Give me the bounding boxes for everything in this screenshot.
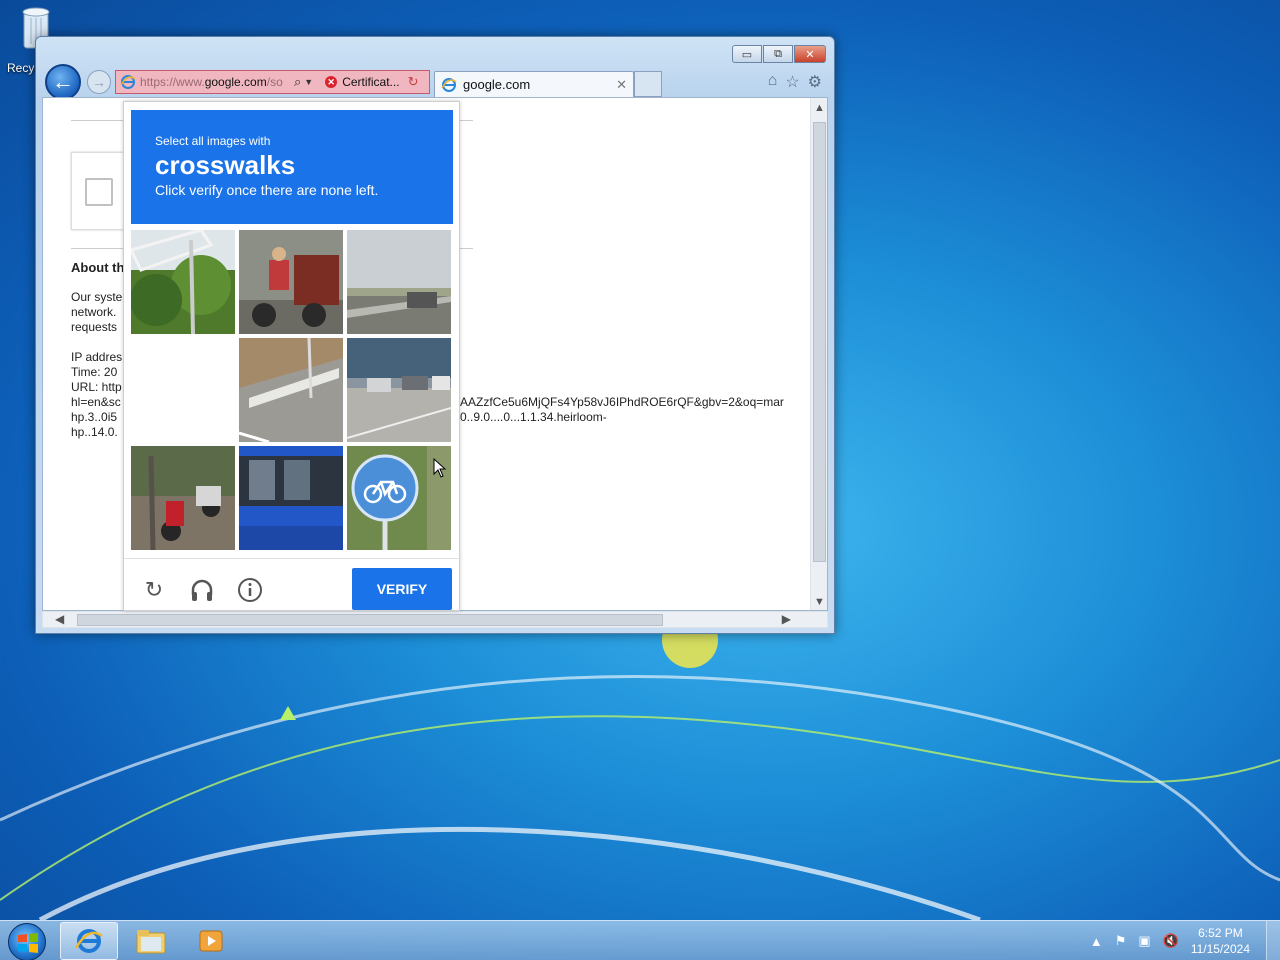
horizontal-scrollbar[interactable]: ◀ ▶ <box>42 611 828 628</box>
clock-date: 11/15/2024 <box>1190 942 1250 956</box>
horizontal-scroll-thumb[interactable] <box>77 614 663 626</box>
about-line: Our syste <box>71 290 123 304</box>
show-desktop-button[interactable] <box>1266 921 1280 960</box>
certificate-error-label[interactable]: Certificat... <box>342 75 399 89</box>
taskbar-ie-button[interactable] <box>60 922 118 960</box>
ie-page-icon <box>120 75 136 89</box>
network-icon[interactable]: ▣ <box>1138 933 1150 949</box>
about-line: requests <box>71 320 118 334</box>
info-line: hp.3..0i5 <box>71 410 118 424</box>
about-line: network. <box>71 305 117 319</box>
favorites-star-icon[interactable]: ☆ <box>785 72 799 92</box>
captcha-prompt-small: Select all images with <box>155 134 271 148</box>
scroll-down-icon[interactable]: ▼ <box>811 596 827 608</box>
address-bar[interactable]: https://www.google.com/so ⌕ ▼ ✕ Certific… <box>115 70 430 94</box>
url-suffix: /so <box>266 75 283 89</box>
captcha-tile-8[interactable] <box>239 446 343 550</box>
recaptcha-anchor-box <box>71 152 127 230</box>
scroll-right-icon[interactable]: ▶ <box>782 612 791 626</box>
arrow-left-icon: ← <box>52 69 74 94</box>
audio-headphones-icon[interactable] <box>189 577 215 603</box>
new-tab-button[interactable] <box>634 71 662 97</box>
verify-button[interactable]: VERIFY <box>352 568 452 610</box>
clock-time: 6:52 PM <box>1198 926 1243 940</box>
taskbar-media-player-button[interactable] <box>182 922 240 960</box>
forward-button[interactable]: → <box>87 70 111 94</box>
captcha-tile-1[interactable] <box>131 230 235 334</box>
info-line: IP addres <box>71 350 123 364</box>
info-text: IP addres Time: 20 URL: http hl=en&sc hp… <box>71 350 122 440</box>
ie-tab-icon <box>441 77 457 92</box>
search-icon[interactable]: ⌕ <box>294 74 301 90</box>
captcha-header: Select all images with crosswalks Click … <box>131 110 453 224</box>
windows-logo-icon <box>18 933 38 953</box>
captcha-tile-2[interactable] <box>239 230 343 334</box>
scroll-left-icon[interactable]: ◀ <box>55 612 64 626</box>
scroll-up-icon[interactable]: ▲ <box>811 102 827 114</box>
captcha-note: Click verify once there are none left. <box>155 182 379 198</box>
reload-icon[interactable]: ↻ <box>141 577 167 603</box>
internet-explorer-icon <box>74 929 103 953</box>
recaptcha-checkbox[interactable] <box>85 178 113 206</box>
mouse-cursor-icon <box>433 458 447 478</box>
captcha-challenge: Select all images with crosswalks Click … <box>123 101 461 612</box>
vertical-scroll-thumb[interactable] <box>813 122 826 562</box>
info-line: hl=en&sc <box>71 395 121 409</box>
window-controls: ▭ ⧉ ✕ <box>732 45 826 63</box>
address-url[interactable]: https://www.google.com/so <box>140 75 290 89</box>
url-continued: AAZzfCe5u6MjQFs4Yp58vJ6IPhdROE6rQF&gbv=2… <box>460 395 784 425</box>
close-button[interactable]: ✕ <box>794 45 826 63</box>
url-line: AAZzfCe5u6MjQFs4Yp58vJ6IPhdROE6rQF&gbv=2… <box>460 395 784 409</box>
arrow-right-icon: → <box>92 74 106 90</box>
system-tray: ▲ ⚑ ▣ 🔇 6:52 PM 11/15/2024 <box>1084 921 1280 960</box>
certificate-error-icon[interactable]: ✕ <box>325 76 338 88</box>
tab-close-icon[interactable]: ✕ <box>616 77 627 93</box>
captcha-tile-3[interactable] <box>347 230 451 334</box>
url-prefix: https://www. <box>140 75 205 89</box>
info-icon[interactable] <box>237 577 263 603</box>
captcha-tile-7[interactable] <box>131 446 235 550</box>
vertical-scrollbar[interactable]: ▲ ▼ <box>810 98 827 610</box>
info-line: Time: 20 <box>71 365 118 379</box>
back-button[interactable]: ← <box>45 64 81 100</box>
info-line: URL: http <box>71 380 122 394</box>
media-player-icon <box>199 930 223 952</box>
start-button[interactable] <box>8 923 46 960</box>
restore-button[interactable]: ⧉ <box>763 45 793 63</box>
tab-google[interactable]: google.com ✕ <box>434 71 634 97</box>
about-heading: About th <box>71 260 125 275</box>
action-center-flag-icon[interactable]: ⚑ <box>1115 933 1127 949</box>
chevron-down-icon[interactable]: ▼ <box>304 77 313 87</box>
captcha-tile-4[interactable] <box>131 338 235 442</box>
url-line: 0..9.0....0...1.1.34.heirloom- <box>460 410 607 424</box>
refresh-icon[interactable]: ↻ <box>408 74 419 90</box>
captcha-target: crosswalks <box>155 150 296 180</box>
toolbar-icons: ⌂ ☆ ⚙ <box>768 72 822 92</box>
url-domain: google.com <box>204 75 267 89</box>
info-line: hp..14.0. <box>71 425 118 439</box>
taskbar: ▲ ⚑ ▣ 🔇 6:52 PM 11/15/2024 <box>0 920 1280 960</box>
volume-muted-icon[interactable]: 🔇 <box>1163 933 1179 949</box>
clock[interactable]: 6:52 PM 11/15/2024 <box>1191 925 1250 957</box>
captcha-tile-6[interactable] <box>347 338 451 442</box>
about-text: Our syste network. requests <box>71 290 122 335</box>
home-icon[interactable]: ⌂ <box>768 72 778 92</box>
taskbar-explorer-button[interactable] <box>122 922 180 960</box>
minimize-button[interactable]: ▭ <box>732 45 762 63</box>
tab-title: google.com <box>463 77 531 92</box>
folder-icon <box>136 930 166 954</box>
gear-icon[interactable]: ⚙ <box>808 72 822 92</box>
captcha-footer: ↻ VERIFY <box>124 558 461 612</box>
show-hidden-icons-icon[interactable]: ▲ <box>1090 934 1103 949</box>
captcha-tile-5[interactable] <box>239 338 343 442</box>
